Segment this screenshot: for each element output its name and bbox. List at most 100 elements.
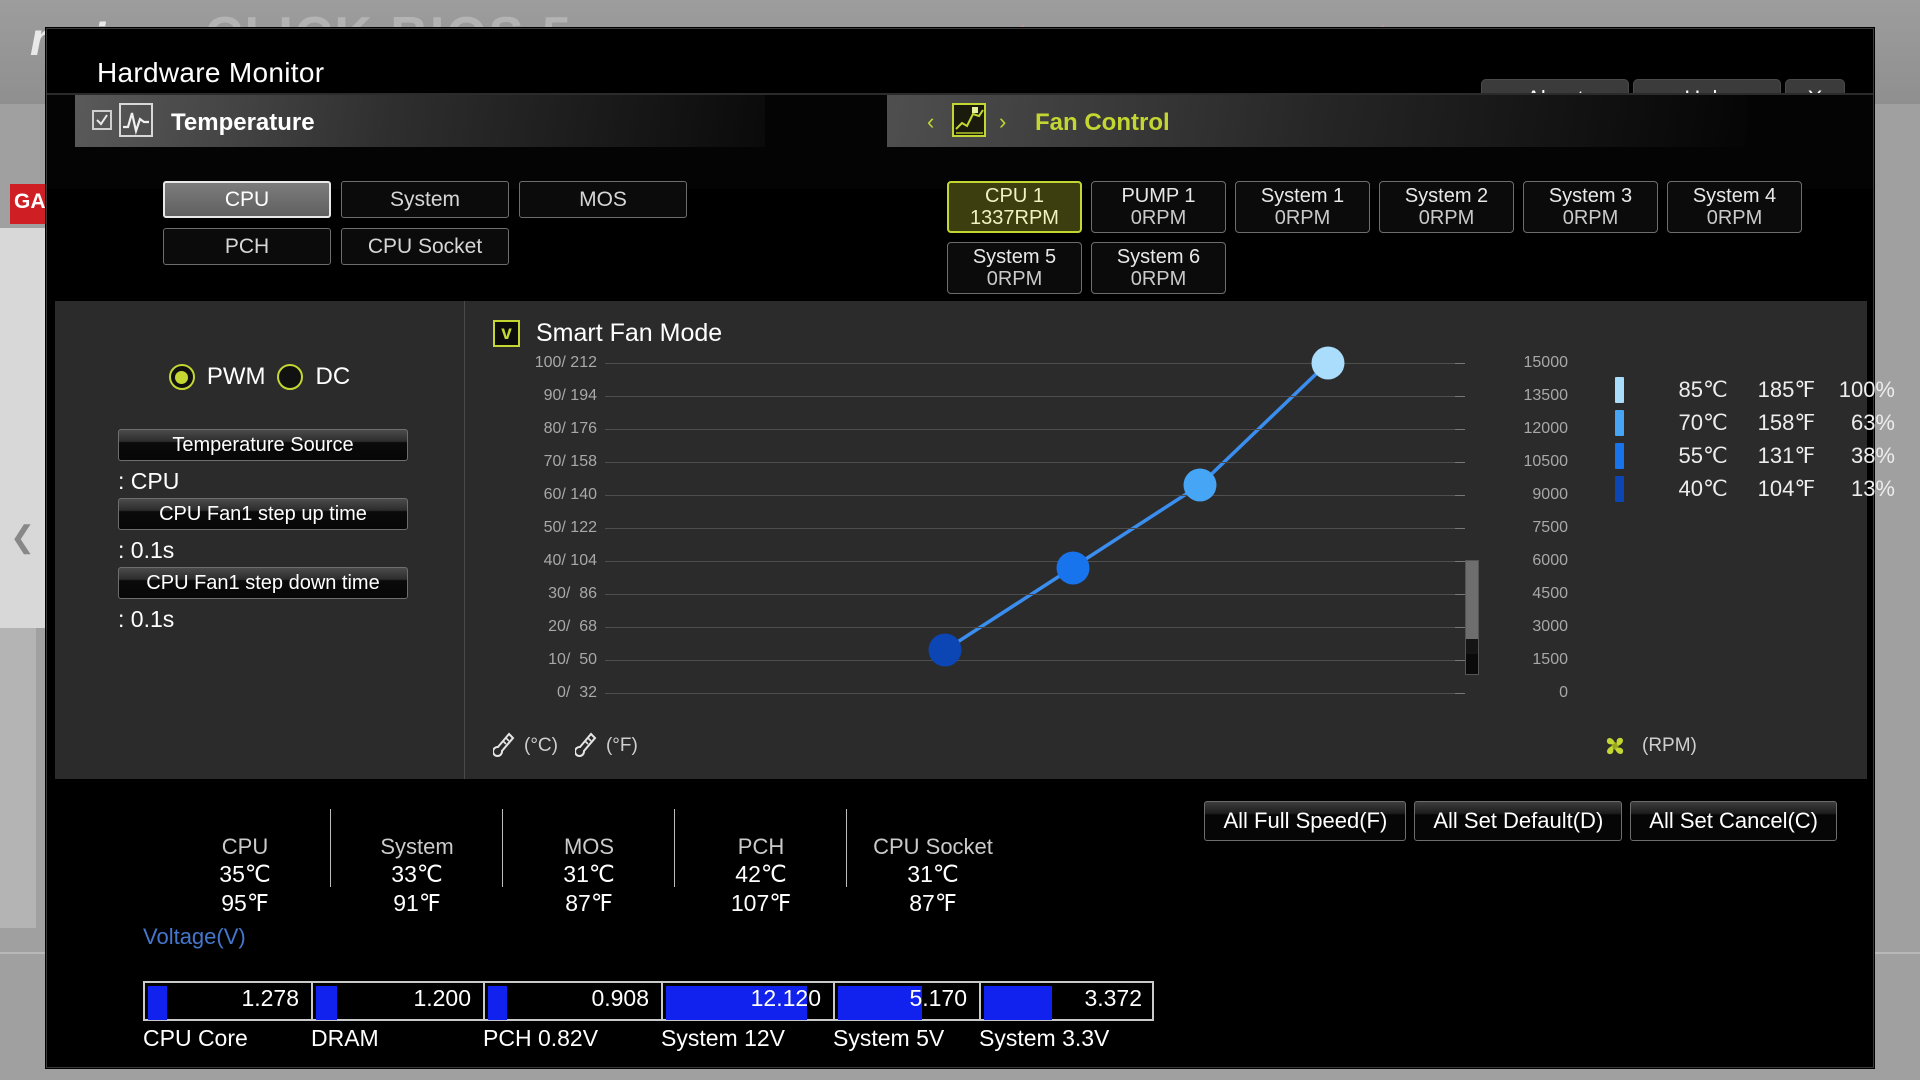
temperature-source-tab-pch[interactable]: PCH <box>163 228 331 265</box>
voltage-value: 1.200 <box>413 985 471 1012</box>
readout-name: CPU <box>159 833 331 861</box>
pwm-label: PWM <box>207 363 266 391</box>
temperature-source-tab-system[interactable]: System <box>341 181 509 218</box>
fan-name: System 2 <box>1405 186 1488 207</box>
fan-button-pump-1[interactable]: PUMP 10RPM <box>1091 181 1226 233</box>
chart-tickmark <box>1455 561 1465 562</box>
chart-gridline <box>605 693 1455 694</box>
voltage-label: System 5V <box>833 1025 944 1052</box>
step-down-time-button[interactable]: CPU Fan1 step down time <box>118 567 408 599</box>
readout-fahrenheit: 91℉ <box>331 889 503 918</box>
fan-curve-point-2[interactable] <box>1056 551 1089 584</box>
bios-left-strip-lower <box>0 628 36 928</box>
voltage-item-system-12v: 12.120System 12V <box>661 981 833 1059</box>
chart-gridline <box>605 429 1455 430</box>
voltage-bar-fill <box>148 986 167 1020</box>
fan-button-system-5[interactable]: System 50RPM <box>947 242 1082 294</box>
chart-plot-area[interactable] <box>605 363 1455 693</box>
readout-fahrenheit: 87℉ <box>847 889 1019 918</box>
fan-name: System 6 <box>1117 247 1200 268</box>
fan-curve-icon <box>952 103 986 137</box>
fan-mode-radio-group: PWM DC <box>55 363 464 391</box>
step-down-time-option: CPU Fan1 step down time : 0.1s <box>118 567 408 633</box>
step-up-time-button[interactable]: CPU Fan1 step up time <box>118 498 408 530</box>
fan-curve-point-4[interactable] <box>1311 347 1344 380</box>
voltage-label: CPU Core <box>143 1025 248 1052</box>
temperature-source-button[interactable]: Temperature Source <box>118 429 408 461</box>
chart-y-tick-left: 10/ 50 <box>489 651 597 669</box>
readout-celsius: 33℃ <box>331 860 503 889</box>
temperature-source-tab-cpu[interactable]: CPU <box>163 181 331 218</box>
dc-radio[interactable] <box>277 364 303 390</box>
step-up-time-value: : 0.1s <box>118 537 408 564</box>
chart-scrollbar[interactable] <box>1465 560 1479 675</box>
pwm-radio[interactable] <box>169 364 195 390</box>
fan-name: System 4 <box>1693 186 1776 207</box>
chart-temperature-units: (°C) (°F) <box>493 731 638 761</box>
chart-y-tick-right: 1500 <box>1470 651 1568 669</box>
temperature-header-label: Temperature <box>171 109 315 137</box>
chart-gridline <box>605 561 1455 562</box>
chart-gridline <box>605 495 1455 496</box>
fan-rpm: 0RPM <box>1131 207 1187 229</box>
legend-duty-percent: 38% <box>1815 443 1895 469</box>
temperature-checkbox-icon[interactable] <box>92 110 112 130</box>
chart-tickmark <box>1455 594 1465 595</box>
chart-scrollbar-track-end <box>1466 654 1478 674</box>
chart-tickmark <box>1455 363 1465 364</box>
legend-duty-percent: 63% <box>1815 410 1895 436</box>
chart-y-tick-right: 6000 <box>1470 552 1568 570</box>
voltage-label: System 12V <box>661 1025 785 1052</box>
fan-next-arrow-icon[interactable]: › <box>999 109 1006 135</box>
fan-button-system-2[interactable]: System 20RPM <box>1379 181 1514 233</box>
temperature-readout-row: CPU35℃95℉System33℃91℉MOS31℃87℉PCH42℃107℉… <box>55 831 1867 919</box>
voltage-item-system-5v: 5.170System 5V <box>833 981 979 1059</box>
step-down-time-value: : 0.1s <box>118 606 408 633</box>
fan-rpm: 0RPM <box>1131 268 1187 290</box>
readout-celsius: 31℃ <box>847 860 1019 889</box>
legend-color-swatch <box>1615 443 1624 469</box>
dialog-title: Hardware Monitor <box>97 57 324 89</box>
fan-button-cpu-1[interactable]: CPU 11337RPM <box>947 181 1082 233</box>
thermometer-fahrenheit-icon <box>575 731 599 761</box>
voltage-value: 3.372 <box>1084 985 1142 1012</box>
fan-button-system-4[interactable]: System 40RPM <box>1667 181 1802 233</box>
voltage-value: 0.908 <box>591 985 649 1012</box>
legend-celsius: 55℃ <box>1650 443 1728 469</box>
temperature-readout-system: System33℃91℉ <box>331 833 503 918</box>
chart-y-tick-right: 4500 <box>1470 585 1568 603</box>
chart-tickmark <box>1455 627 1465 628</box>
voltage-bar-fill <box>984 986 1052 1020</box>
readout-name: MOS <box>503 833 675 861</box>
chart-y-tick-left: 60/ 140 <box>489 486 597 504</box>
temperature-source-tab-cpu-socket[interactable]: CPU Socket <box>341 228 509 265</box>
smart-fan-mode-checkbox[interactable]: v <box>493 320 520 347</box>
fan-button-system-3[interactable]: System 30RPM <box>1523 181 1658 233</box>
fan-name: CPU 1 <box>985 186 1044 207</box>
step-up-time-option: CPU Fan1 step up time : 0.1s <box>118 498 408 564</box>
chart-gridline <box>605 396 1455 397</box>
fan-curve-point-1[interactable] <box>929 634 962 667</box>
chart-gridline <box>605 462 1455 463</box>
fan-name: PUMP 1 <box>1121 186 1195 207</box>
legend-fahrenheit: 158℉ <box>1728 410 1816 436</box>
temperature-readout-cpu-socket: CPU Socket31℃87℉ <box>847 833 1019 918</box>
temperature-source-tab-mos[interactable]: MOS <box>519 181 687 218</box>
legend-duty-percent: 100% <box>1815 377 1895 403</box>
chart-scrollbar-thumb[interactable] <box>1466 561 1478 639</box>
legend-row: 40℃104℉13% <box>1615 472 1895 505</box>
fan-curve-point-3[interactable] <box>1184 469 1217 502</box>
chart-y-axis-left: 100/ 21290/ 19480/ 17670/ 15860/ 14050/ … <box>489 363 597 693</box>
chart-gridline <box>605 594 1455 595</box>
fan-prev-arrow-icon[interactable]: ‹ <box>927 109 934 135</box>
fan-button-system-6[interactable]: System 60RPM <box>1091 242 1226 294</box>
chart-y-axis-right: 1500013500120001050090007500600045003000… <box>1470 363 1568 693</box>
dialog-titlebar: Hardware Monitor About Help X <box>47 29 1873 93</box>
legend-celsius: 70℃ <box>1650 410 1728 436</box>
chart-y-tick-right: 15000 <box>1470 354 1568 372</box>
voltage-bars-row: 1.278CPU Core1.200DRAM0.908PCH 0.82V12.1… <box>143 981 1423 1059</box>
chart-gridline <box>605 660 1455 661</box>
voltage-item-dram: 1.200DRAM <box>311 981 483 1059</box>
fan-button-system-1[interactable]: System 10RPM <box>1235 181 1370 233</box>
temperature-readout-cpu: CPU35℃95℉ <box>159 833 331 918</box>
